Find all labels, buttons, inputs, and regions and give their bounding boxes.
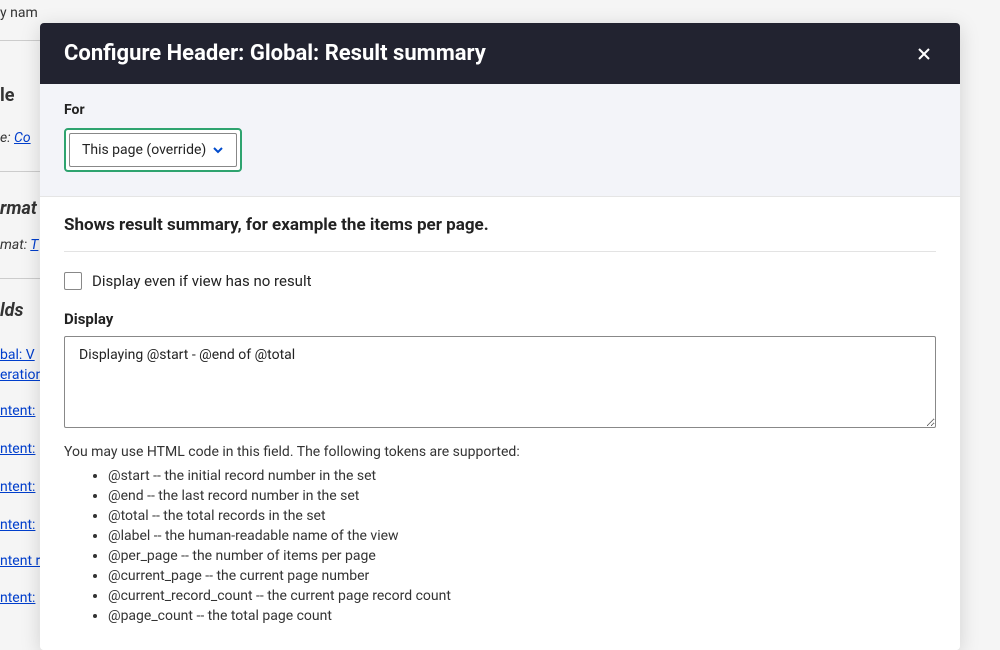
bg-text-fragment: y nam (0, 5, 38, 21)
bg-link-fragment[interactable]: Co (14, 130, 31, 146)
bg-divider (0, 278, 40, 279)
close-button[interactable] (912, 42, 936, 66)
bg-link-line[interactable]: ntent: (0, 441, 35, 457)
help-text: You may use HTML code in this field. The… (64, 444, 936, 460)
token-item: @start -- the initial record number in t… (108, 466, 936, 486)
token-item: @current_page -- the current page number (108, 566, 936, 586)
display-no-result-row: Display even if view has no result (64, 272, 936, 290)
token-item: @label -- the human-readable name of the… (108, 526, 936, 546)
bg-link-line[interactable]: bal: V (0, 347, 35, 363)
display-no-result-label: Display even if view has no result (92, 272, 312, 290)
bg-link-line[interactable]: ntent: (0, 590, 35, 606)
for-dropdown-highlight: This page (override) (64, 128, 242, 172)
token-item: @page_count -- the total page count (108, 606, 936, 626)
bg-link-t[interactable]: T (30, 237, 38, 253)
bg-link-line[interactable]: ntent: (0, 479, 35, 495)
display-label: Display (64, 310, 936, 328)
token-item: @total -- the total records in the set (108, 506, 936, 526)
for-label: For (64, 102, 936, 118)
bg-link-line[interactable]: ntent: (0, 517, 35, 533)
modal-body: Shows result summary, for example the it… (40, 197, 960, 650)
modal-header: Configure Header: Global: Result summary (40, 23, 960, 84)
token-item: @current_record_count -- the current pag… (108, 586, 936, 606)
bg-label-fragment: e: Co (0, 130, 31, 146)
modal-for-section: For This page (override) (40, 84, 960, 197)
bg-link-line[interactable]: eration (0, 367, 43, 383)
display-textarea[interactable] (64, 336, 936, 428)
divider (64, 251, 936, 252)
bg-label-format: mat: T (0, 237, 38, 253)
bg-link-line[interactable]: ntent r (0, 553, 40, 569)
bg-divider (0, 171, 40, 172)
modal-description: Shows result summary, for example the it… (64, 215, 936, 235)
bg-heading-fragment: le (0, 85, 14, 106)
display-no-result-checkbox[interactable] (64, 272, 82, 290)
bg-link-line[interactable]: ntent: (0, 403, 35, 419)
for-dropdown-value: This page (override) (82, 142, 206, 158)
bg-heading-fields: lds (0, 300, 23, 321)
token-list: @start -- the initial record number in t… (64, 466, 936, 626)
bg-heading-format: rmat (0, 198, 37, 219)
configure-header-modal: Configure Header: Global: Result summary… (40, 23, 960, 650)
modal-title: Configure Header: Global: Result summary (64, 41, 486, 66)
token-item: @end -- the last record number in the se… (108, 486, 936, 506)
for-dropdown[interactable]: This page (override) (69, 133, 237, 167)
close-icon (916, 46, 932, 62)
chevron-down-icon (212, 144, 224, 156)
bg-divider (0, 40, 40, 41)
token-item: @per_page -- the number of items per pag… (108, 546, 936, 566)
